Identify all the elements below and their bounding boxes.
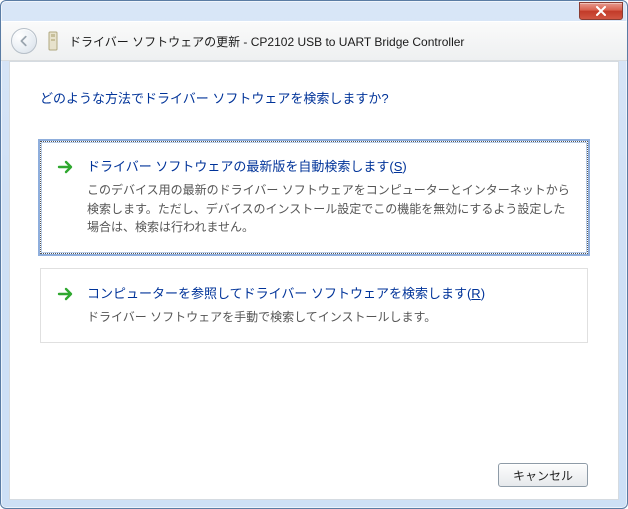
page-title: ドライバー ソフトウェアの更新 - CP2102 USB to UART Bri… <box>69 33 464 50</box>
option-description: このデバイス用の最新のドライバー ソフトウェアをコンピューターとインターネットか… <box>87 181 571 237</box>
back-arrow-icon <box>17 34 31 48</box>
option-browse-computer[interactable]: コンピューターを参照してドライバー ソフトウェアを検索します(R) ドライバー … <box>40 268 588 344</box>
option-accelerator: R <box>471 286 480 301</box>
wizard-body: どのような方法でドライバー ソフトウェアを検索しますか? ドライバー ソフトウェ… <box>9 61 619 500</box>
titlebar <box>1 1 627 21</box>
close-button[interactable] <box>579 2 623 20</box>
cancel-button[interactable]: キャンセル <box>498 463 588 487</box>
footer: キャンセル <box>40 451 588 487</box>
header-bar: ドライバー ソフトウェアの更新 - CP2102 USB to UART Bri… <box>1 21 627 61</box>
wizard-window: ドライバー ソフトウェアの更新 - CP2102 USB to UART Bri… <box>0 0 628 509</box>
option-title: ドライバー ソフトウェアの最新版を自動検索します(S) <box>87 156 571 175</box>
option-text: ドライバー ソフトウェアの最新版を自動検索します(S) このデバイス用の最新のド… <box>87 156 571 237</box>
device-icon <box>45 31 61 51</box>
option-title: コンピューターを参照してドライバー ソフトウェアを検索します(R) <box>87 283 571 302</box>
option-title-post: ) <box>402 159 406 174</box>
arrow-right-icon <box>57 158 75 176</box>
option-title-post: ) <box>481 286 485 301</box>
options-list: ドライバー ソフトウェアの最新版を自動検索します(S) このデバイス用の最新のド… <box>40 141 588 343</box>
arrow-right-icon <box>57 285 75 303</box>
close-icon <box>596 6 606 16</box>
back-button[interactable] <box>11 28 37 54</box>
option-auto-search[interactable]: ドライバー ソフトウェアの最新版を自動検索します(S) このデバイス用の最新のド… <box>40 141 588 254</box>
option-title-pre: コンピューターを参照してドライバー ソフトウェアを検索します( <box>87 286 471 301</box>
prompt-text: どのような方法でドライバー ソフトウェアを検索しますか? <box>40 88 588 107</box>
option-title-pre: ドライバー ソフトウェアの最新版を自動検索します( <box>87 159 394 174</box>
option-text: コンピューターを参照してドライバー ソフトウェアを検索します(R) ドライバー … <box>87 283 571 327</box>
option-description: ドライバー ソフトウェアを手動で検索してインストールします。 <box>87 308 571 327</box>
